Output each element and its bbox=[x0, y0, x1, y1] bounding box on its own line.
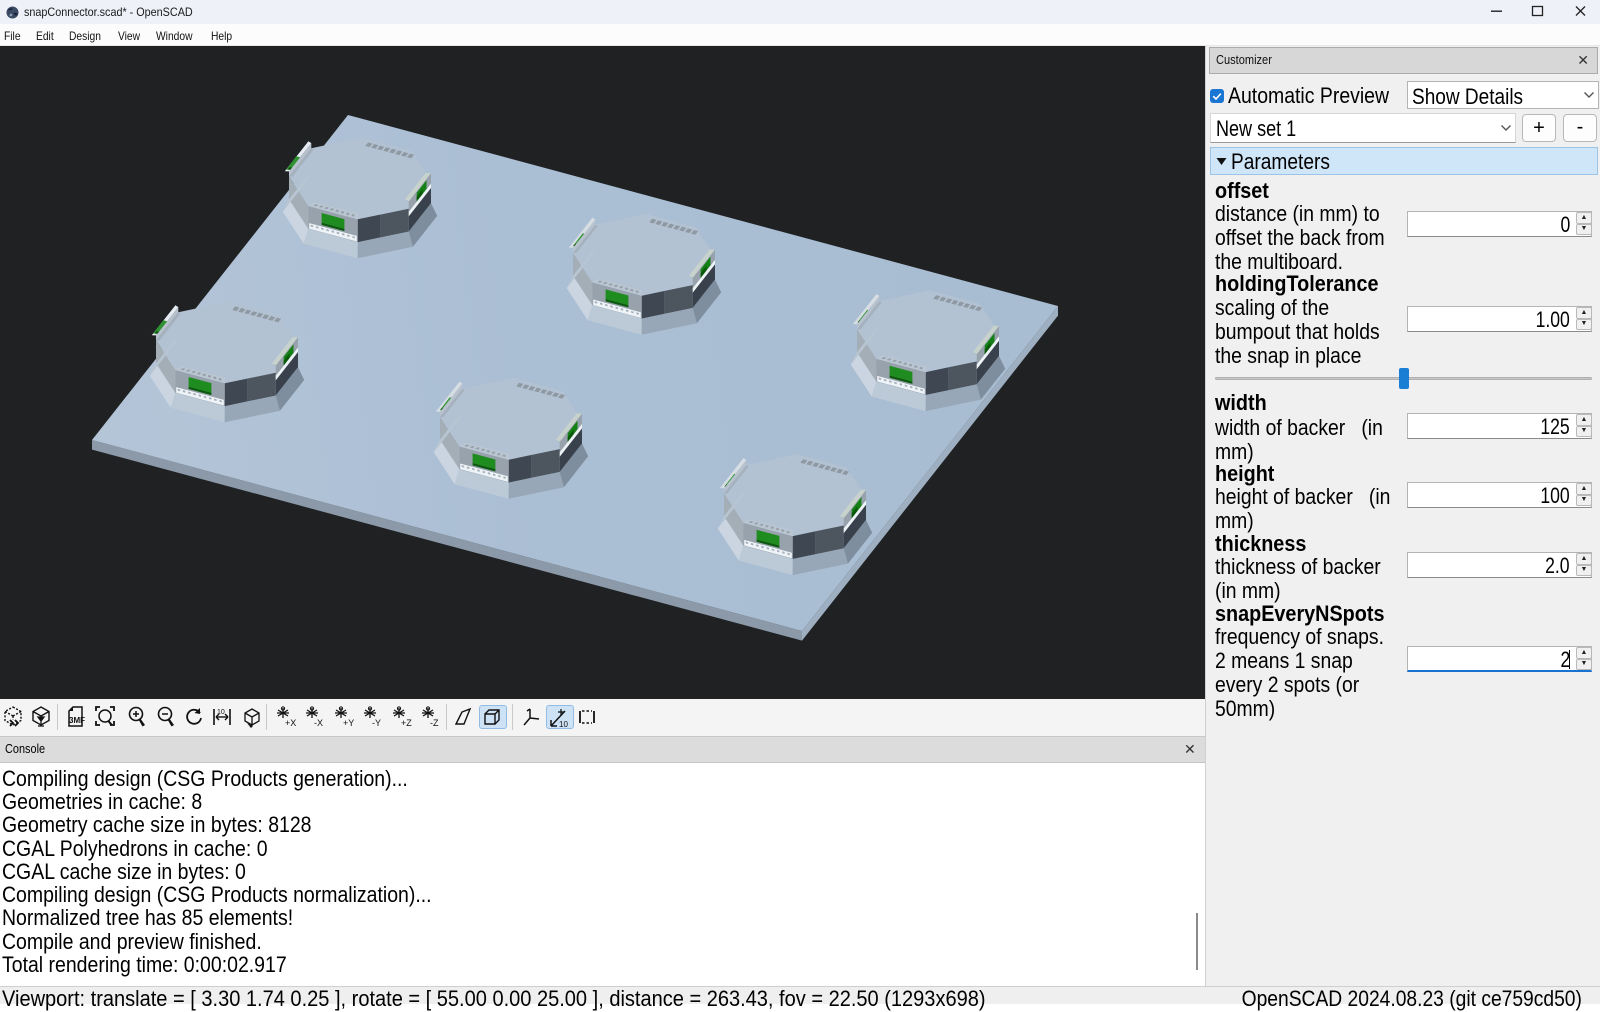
svg-text:+Z: +Z bbox=[401, 718, 412, 728]
svg-text:10: 10 bbox=[559, 720, 568, 729]
svg-text:+X: +X bbox=[285, 718, 296, 728]
svg-text:-Y: -Y bbox=[372, 718, 381, 728]
svg-text:+Y: +Y bbox=[343, 718, 354, 728]
svg-text:-Z: -Z bbox=[430, 718, 439, 728]
svg-text:3MF: 3MF bbox=[69, 716, 85, 725]
svg-text:-X: -X bbox=[314, 718, 323, 728]
svg-text:10: 10 bbox=[217, 709, 225, 716]
